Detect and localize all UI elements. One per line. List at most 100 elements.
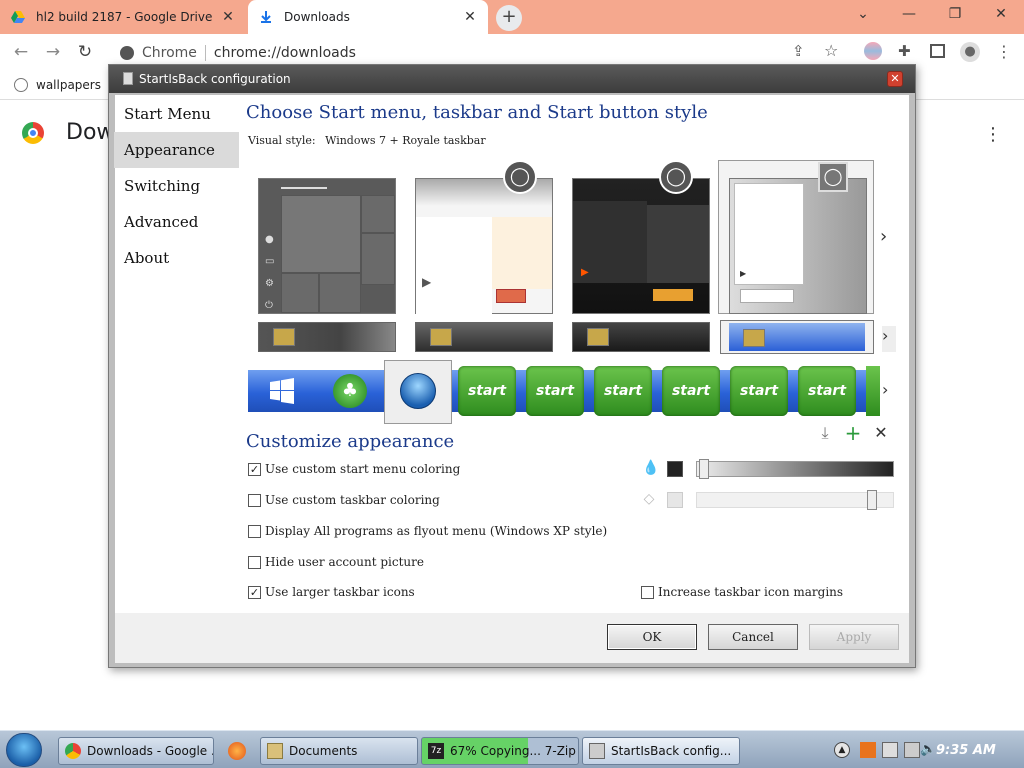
start-button-xp-6[interactable]: start xyxy=(798,366,856,416)
nav-start-menu[interactable]: Start Menu xyxy=(114,96,240,132)
checkbox[interactable] xyxy=(248,555,261,569)
share-icon[interactable]: ⇪ xyxy=(792,42,805,60)
checkbox[interactable] xyxy=(248,524,261,538)
tab-downloads[interactable]: Downloads ✕ xyxy=(248,0,488,34)
option-label: Use custom taskbar coloring xyxy=(265,493,440,507)
tab-title: Downloads xyxy=(284,10,350,24)
start-orb-button[interactable] xyxy=(6,733,42,767)
ok-button[interactable]: OK xyxy=(607,624,697,650)
option-hide-user-picture[interactable]: Hide user account picture xyxy=(248,555,424,569)
folder-icon xyxy=(267,743,283,759)
folder-icon xyxy=(587,328,609,346)
slider-knob[interactable] xyxy=(699,459,709,479)
start-button-windows10[interactable] xyxy=(248,370,316,412)
address-bar[interactable]: Chrome chrome://downloads xyxy=(112,40,820,66)
start-button-windows7[interactable] xyxy=(384,370,452,412)
taskbar-color-swatch[interactable] xyxy=(667,492,683,508)
start-button-xp-4[interactable]: start xyxy=(662,366,720,416)
profile-avatar-icon[interactable]: ● xyxy=(960,42,980,62)
chrome-icon xyxy=(65,743,81,759)
taskbar-opacity-slider[interactable] xyxy=(696,490,894,510)
taskbar-style-4-frame[interactable] xyxy=(720,320,874,354)
next-taskbar-style-chevron-icon[interactable]: › xyxy=(882,326,896,352)
taskbar-item-7zip[interactable]: 7z 67% Copying... 7-Zip xyxy=(421,737,579,765)
checkbox-checked[interactable]: ✓ xyxy=(248,462,261,476)
taskbar-item-documents[interactable]: Documents xyxy=(260,737,418,765)
checkbox[interactable] xyxy=(641,585,654,599)
cancel-button[interactable]: Cancel xyxy=(708,624,798,650)
checkbox[interactable] xyxy=(248,493,261,507)
option-label: Use custom start menu coloring xyxy=(265,462,461,476)
download-icon xyxy=(258,9,274,25)
taskbar-style-3[interactable] xyxy=(572,322,710,352)
nav-about[interactable]: About xyxy=(114,240,240,276)
menu-opacity-slider[interactable] xyxy=(696,459,894,479)
tab-google-drive[interactable]: hl2 build 2187 - Google Drive ✕ xyxy=(0,0,246,34)
taskbar-style-1[interactable] xyxy=(258,322,396,352)
chrome-logo-icon xyxy=(120,46,134,60)
start-menu-style-windows7-selected[interactable]: ▶ xyxy=(729,178,867,314)
tray-app-icon[interactable] xyxy=(860,742,876,758)
side-panel-icon[interactable] xyxy=(930,44,945,58)
next-start-button-chevron-icon[interactable]: › xyxy=(882,380,888,399)
option-all-programs-flyout[interactable]: Display All programs as flyout menu (Win… xyxy=(248,524,607,538)
forward-button[interactable]: → xyxy=(42,42,64,64)
chrome-logo-icon xyxy=(22,122,44,144)
show-hidden-icons-button[interactable]: ▲ xyxy=(834,742,850,758)
nav-advanced[interactable]: Advanced xyxy=(114,204,240,240)
firefox-icon[interactable] xyxy=(228,742,246,760)
nav-appearance[interactable]: Appearance xyxy=(114,132,239,168)
option-custom-start-menu-coloring[interactable]: ✓ Use custom start menu coloring xyxy=(248,462,460,476)
close-window-button[interactable]: ✕ xyxy=(986,6,1016,26)
clock[interactable]: 9:35 AM xyxy=(936,743,996,758)
volume-icon[interactable]: 🔈 xyxy=(920,742,936,758)
taskbar-item-startisback[interactable]: StartIsBack config... xyxy=(582,737,740,765)
minimize-button[interactable]: — xyxy=(894,6,924,26)
page-menu-icon[interactable]: ⋮ xyxy=(984,124,1002,145)
new-tab-button[interactable]: + xyxy=(496,5,522,31)
tab-search-chevron-icon[interactable]: ⌄ xyxy=(848,6,878,26)
nav-switching[interactable]: Switching xyxy=(114,168,240,204)
bookmark-star-icon[interactable]: ☆ xyxy=(824,41,838,60)
remove-x-icon[interactable]: ✕ xyxy=(872,424,890,442)
user-avatar-icon: ◯ xyxy=(818,162,848,192)
checkbox-checked[interactable]: ✓ xyxy=(248,585,261,599)
taskbar-item-label: StartIsBack config... xyxy=(611,744,732,758)
start-button-xp-2[interactable]: start xyxy=(526,366,584,416)
slider-knob[interactable] xyxy=(867,490,877,510)
dialog-titlebar[interactable]: StartIsBack configuration xyxy=(109,65,915,93)
chrome-menu-icon[interactable]: ⋮ xyxy=(996,42,1012,61)
tray-device-icon[interactable] xyxy=(882,742,898,758)
network-icon[interactable] xyxy=(904,742,920,758)
start-menu-style-windows7-dark[interactable]: ▶ xyxy=(572,178,710,314)
next-start-style-chevron-icon[interactable]: › xyxy=(880,226,887,247)
start-button-xp-partial[interactable] xyxy=(866,366,880,416)
taskbar-style-2[interactable] xyxy=(415,322,553,352)
start-button-clover[interactable]: ♣ xyxy=(316,370,384,412)
start-button-xp-5[interactable]: start xyxy=(730,366,788,416)
option-increase-icon-margins[interactable]: Increase taskbar icon margins xyxy=(641,585,843,599)
import-download-icon[interactable]: ⤓ xyxy=(816,424,834,442)
start-button-xp-1[interactable]: start xyxy=(458,366,516,416)
start-button-xp-3[interactable]: start xyxy=(594,366,652,416)
close-tab-icon[interactable]: ✕ xyxy=(220,9,236,25)
start-menu-style-windows7-light[interactable]: ▶ xyxy=(415,178,553,315)
option-label: Hide user account picture xyxy=(265,555,424,569)
taskbar-item-chrome[interactable]: Downloads - Google ... xyxy=(58,737,214,765)
dialog-close-button[interactable]: ✕ xyxy=(887,71,903,87)
omnibox-divider xyxy=(204,45,206,61)
extension-flag-icon[interactable] xyxy=(864,42,882,60)
option-larger-taskbar-icons[interactable]: ✓ Use larger taskbar icons xyxy=(248,585,415,599)
menu-color-swatch[interactable] xyxy=(667,461,683,477)
reload-button[interactable]: ↻ xyxy=(74,42,96,64)
add-plus-icon[interactable]: + xyxy=(844,423,862,443)
bookmark-wallpapers[interactable]: wallpapers xyxy=(14,78,101,92)
extensions-puzzle-icon[interactable]: ✚ xyxy=(898,42,911,60)
close-tab-icon[interactable]: ✕ xyxy=(462,9,478,25)
option-custom-taskbar-coloring[interactable]: Use custom taskbar coloring xyxy=(248,493,440,507)
start-menu-style-windows10[interactable]: ● ▭ ⚙ ⏻ xyxy=(258,178,396,314)
7zip-icon: 7z xyxy=(428,743,444,759)
restore-button[interactable]: ❐ xyxy=(940,6,970,26)
apply-button[interactable]: Apply xyxy=(809,624,899,650)
back-button[interactable]: ← xyxy=(10,42,32,64)
